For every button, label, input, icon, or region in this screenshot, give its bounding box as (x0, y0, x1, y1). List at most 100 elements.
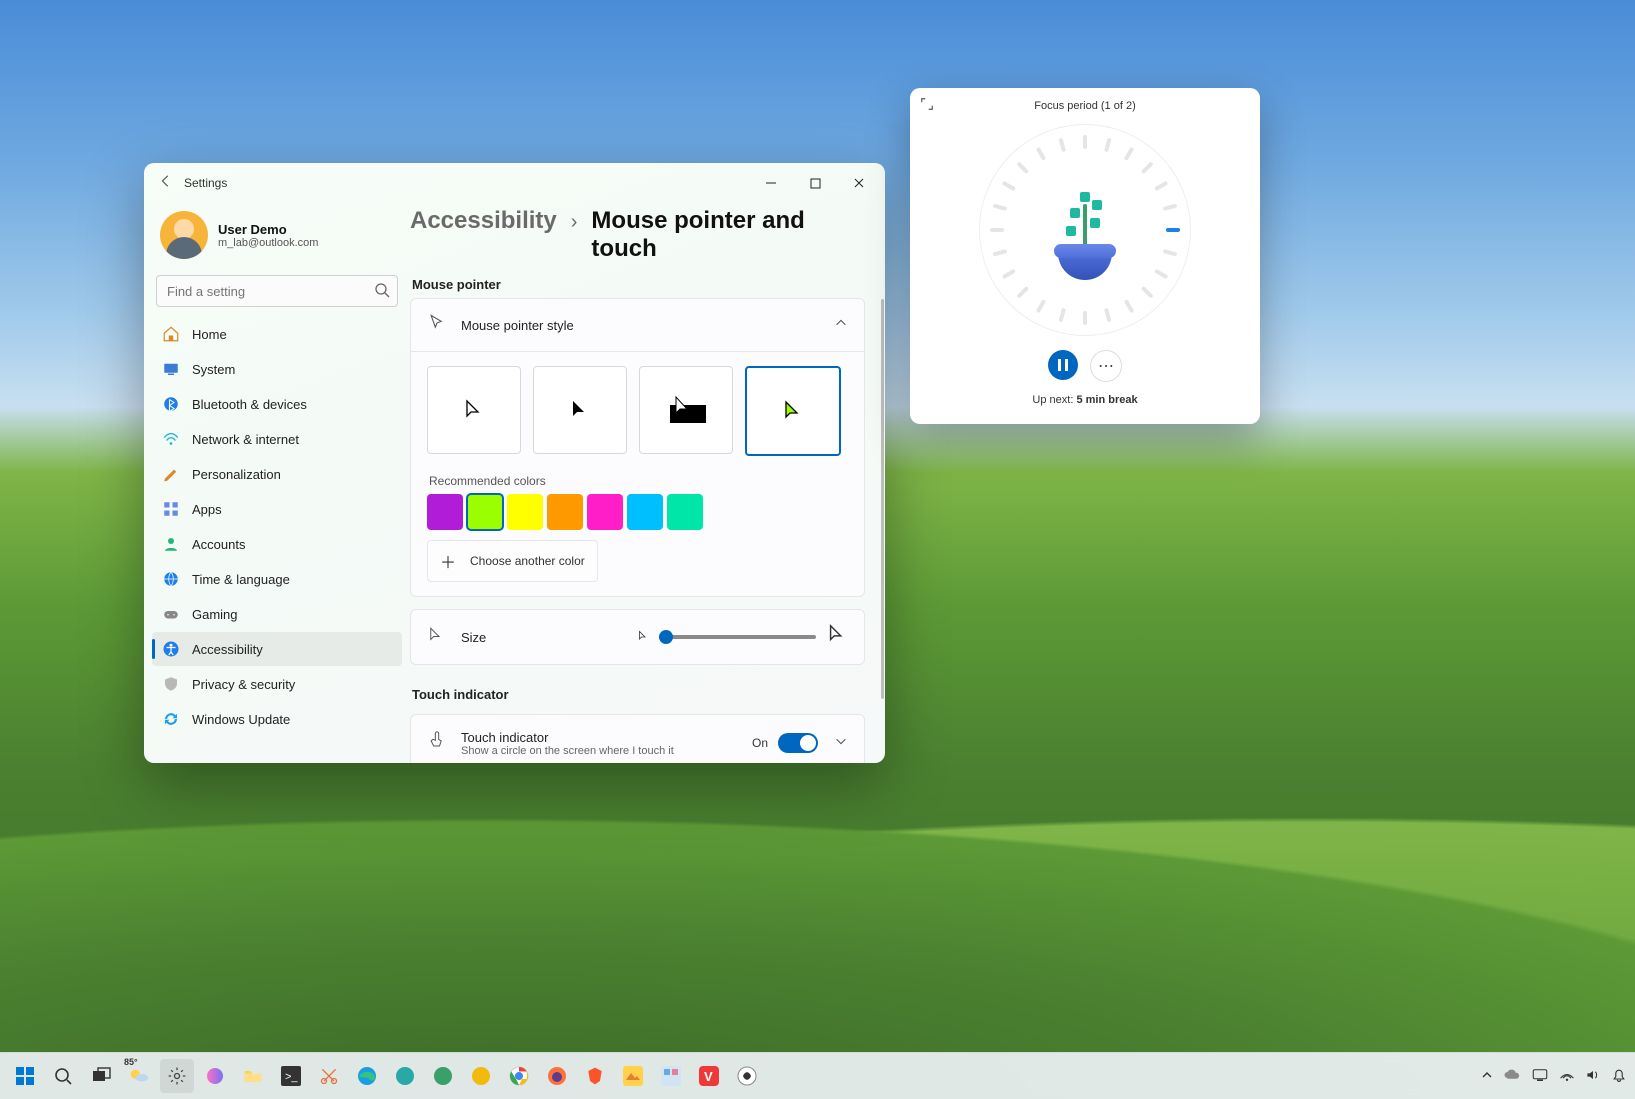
expand-icon[interactable] (920, 97, 934, 116)
sidebar-item-home[interactable]: Home (152, 317, 402, 351)
taskbar-pinned-apps: 85° >_ V (8, 1059, 764, 1093)
mouse-pointer-style-header[interactable]: Mouse pointer style (411, 299, 864, 351)
size-slider[interactable] (659, 635, 816, 639)
plus-icon: ＋ (440, 549, 456, 573)
taskbar-app-vivaldi[interactable]: V (692, 1059, 726, 1093)
taskbar-app-generic-1[interactable] (616, 1059, 650, 1093)
sidebar-item-system[interactable]: System (152, 352, 402, 386)
svg-text:>_: >_ (285, 1071, 298, 1083)
nav-list: HomeSystemBluetooth & devices Network & i… (152, 317, 402, 736)
page-title: Mouse pointer and touch (591, 207, 865, 263)
taskbar-app-chrome[interactable] (502, 1059, 536, 1093)
taskbar-app-generic-3[interactable] (730, 1059, 764, 1093)
taskbar-app-edge[interactable] (350, 1059, 384, 1093)
privacy-icon (162, 675, 180, 693)
color-swatch[interactable] (467, 494, 503, 530)
taskbar-app-settings[interactable] (160, 1059, 194, 1093)
sidebar-item-update[interactable]: Windows Update (152, 702, 402, 736)
tray-onedrive-icon[interactable] (1503, 1066, 1521, 1087)
focus-pause-button[interactable] (1048, 350, 1078, 380)
small-cursor-icon (637, 630, 649, 645)
sidebar-item-personalization[interactable]: Personalization (152, 457, 402, 491)
recommended-colors-row (427, 494, 848, 530)
pointer-style-white[interactable] (427, 366, 521, 454)
pointer-style-black[interactable] (533, 366, 627, 454)
user-name: User Demo (218, 222, 318, 237)
sidebar-item-gaming[interactable]: Gaming (152, 597, 402, 631)
sidebar-item-privacy[interactable]: Privacy & security (152, 667, 402, 701)
sidebar-item-bluetooth[interactable]: Bluetooth & devices (152, 387, 402, 421)
touch-toggle-state-label: On (752, 736, 768, 750)
chevron-down-icon[interactable] (834, 734, 848, 753)
svg-text:V: V (704, 1069, 713, 1084)
weather-widget[interactable]: 85° (122, 1059, 156, 1093)
size-label: Size (461, 630, 621, 645)
task-view-button[interactable] (84, 1059, 118, 1093)
taskbar-app-edge-beta[interactable] (388, 1059, 422, 1093)
tray-language-icon[interactable] (1531, 1066, 1549, 1087)
taskbar-app-explorer[interactable] (236, 1059, 270, 1093)
search-box (156, 275, 398, 307)
home-icon (162, 325, 180, 343)
tray-notifications-icon[interactable] (1611, 1067, 1627, 1086)
pointer-style-custom-color[interactable] (745, 366, 841, 456)
touch-icon (427, 731, 447, 756)
color-swatch[interactable] (667, 494, 703, 530)
bluetooth-icon (162, 395, 180, 413)
sidebar-item-time[interactable]: Time & language (152, 562, 402, 596)
taskbar-app-brave[interactable] (578, 1059, 612, 1093)
search-icon (374, 282, 390, 303)
start-button[interactable] (8, 1059, 42, 1093)
tray-network-icon[interactable] (1559, 1067, 1575, 1086)
sidebar-item-label: Network & internet (192, 432, 299, 447)
chevron-right-icon: › (571, 211, 578, 234)
touch-indicator-title: Touch indicator (461, 730, 674, 745)
sidebar-item-label: Privacy & security (192, 677, 295, 692)
touch-indicator-toggle[interactable] (778, 733, 818, 753)
taskbar-app-firefox[interactable] (540, 1059, 574, 1093)
user-email: m_lab@outlook.com (218, 237, 318, 249)
taskbar-app-snip[interactable] (312, 1059, 346, 1093)
large-cursor-icon (826, 623, 848, 651)
sidebar-item-accessibility[interactable]: Accessibility (152, 632, 402, 666)
personalization-icon (162, 465, 180, 483)
time-icon (162, 570, 180, 588)
sidebar-item-apps[interactable]: Apps (152, 492, 402, 526)
choose-another-color-label: Choose another color (470, 554, 585, 568)
tray-overflow-icon[interactable] (1481, 1069, 1493, 1084)
focus-upnext-value: 5 min break (1076, 394, 1137, 406)
back-button[interactable] (148, 174, 184, 193)
breadcrumb-parent[interactable]: Accessibility (410, 207, 557, 235)
maximize-button[interactable] (793, 168, 837, 198)
weather-temp: 85° (124, 1057, 138, 1067)
taskbar-app-copilot[interactable] (198, 1059, 232, 1093)
search-input[interactable] (156, 275, 398, 307)
taskbar-search-button[interactable] (46, 1059, 80, 1093)
recommended-colors-label: Recommended colors (429, 474, 848, 488)
color-swatch[interactable] (427, 494, 463, 530)
focus-more-button[interactable]: ⋯ (1090, 350, 1122, 382)
choose-another-color-button[interactable]: ＋ Choose another color (427, 540, 598, 582)
color-swatch[interactable] (627, 494, 663, 530)
color-swatch[interactable] (587, 494, 623, 530)
focus-upnext: Up next: 5 min break (1032, 394, 1137, 406)
avatar (160, 211, 208, 259)
minimize-button[interactable] (749, 168, 793, 198)
sidebar-item-label: Time & language (192, 572, 290, 587)
taskbar-app-terminal[interactable]: >_ (274, 1059, 308, 1093)
taskbar-app-edge-dev[interactable] (426, 1059, 460, 1093)
touch-indicator-card[interactable]: Touch indicator Show a circle on the scr… (410, 714, 865, 763)
plant-icon (1040, 180, 1130, 280)
tray-volume-icon[interactable] (1585, 1067, 1601, 1086)
scrollbar-thumb[interactable] (881, 299, 884, 699)
taskbar-app-generic-2[interactable] (654, 1059, 688, 1093)
user-account-row[interactable]: User Demo m_lab@outlook.com (152, 203, 402, 273)
sidebar-item-accounts[interactable]: Accounts (152, 527, 402, 561)
pointer-style-inverted[interactable] (639, 366, 733, 454)
color-swatch[interactable] (507, 494, 543, 530)
sidebar: User Demo m_lab@outlook.com HomeSystemBl… (144, 203, 410, 763)
taskbar-app-edge-canary[interactable] (464, 1059, 498, 1093)
close-button[interactable] (837, 168, 881, 198)
sidebar-item-network[interactable]: Network & internet (152, 422, 402, 456)
color-swatch[interactable] (547, 494, 583, 530)
